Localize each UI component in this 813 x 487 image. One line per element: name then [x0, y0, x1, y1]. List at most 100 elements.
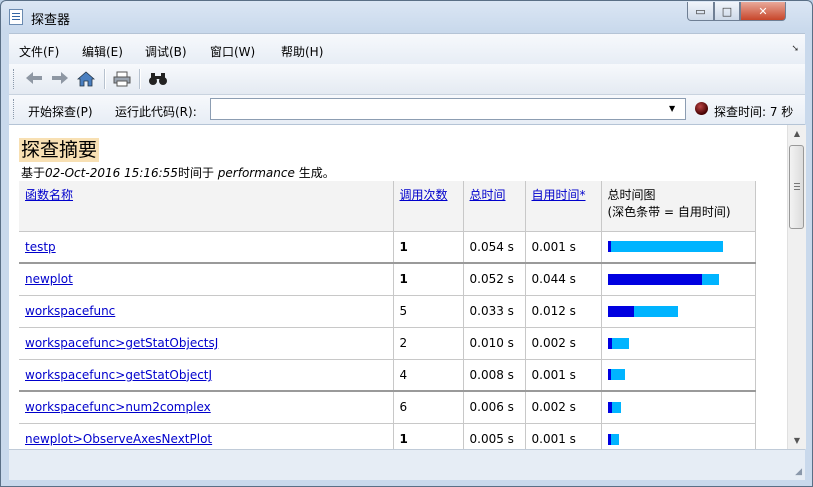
menu-file[interactable]: 文件(F) — [19, 43, 59, 60]
menu-debug[interactable]: 调试(B) — [145, 43, 187, 60]
cell-function-name: testp — [19, 231, 394, 264]
total-time-value: 0.054 s — [469, 239, 514, 254]
function-link[interactable]: testp — [25, 240, 56, 254]
cell-function-name: workspacefunc>getStatObjectJ — [19, 359, 394, 392]
function-link[interactable]: workspacefunc>num2complex — [25, 400, 211, 414]
col-time-plot: 总时间图 (深色条带 = 自用时间) — [601, 181, 756, 232]
table-row: workspacefunc>getStatObjectJ 4 0.008 s 0.00… — [19, 359, 756, 392]
table-row: testp 1 0.054 s 0.001 s — [19, 231, 756, 264]
calls-value: 1 — [399, 239, 408, 254]
time-bar — [607, 369, 748, 381]
self-time-bar — [607, 433, 611, 445]
menu-help[interactable]: 帮助(H) — [281, 43, 323, 60]
scroll-up-icon[interactable]: ▲ — [788, 125, 806, 142]
menu-bar: 文件(F) 编辑(E) 调试(B) 窗口(W) 帮助(H) ➘ — [9, 33, 805, 65]
self-time-value: 0.001 s — [531, 432, 576, 446]
total-time-value: 0.008 s — [469, 367, 514, 382]
find-icon[interactable] — [148, 71, 168, 91]
minimize-icon: ▭ — [695, 4, 706, 18]
menu-edit[interactable]: 编辑(E) — [82, 43, 123, 60]
cell-self-time: 0.012 s — [525, 295, 602, 328]
function-link[interactable]: newplot — [25, 272, 73, 286]
forward-arrow-icon[interactable] — [51, 71, 69, 89]
cell-function-name: newplot — [19, 263, 394, 296]
window-title: 探查器 — [31, 13, 71, 28]
subtitle-source: performance — [217, 166, 295, 180]
self-time-value: 0.044 s — [531, 272, 576, 287]
start-profiling-button[interactable]: 开始探查(P) — [28, 103, 93, 120]
self-time-value: 0.001 s — [531, 367, 576, 382]
self-time-bar — [607, 369, 611, 381]
minimize-button[interactable]: ▭ — [687, 2, 714, 21]
self-time-value: 0.002 s — [531, 400, 576, 415]
title-bar[interactable]: 探查器 ▭ □ ✕ — [1, 1, 812, 33]
function-link[interactable]: workspacefunc>getStatObjectJ — [25, 368, 212, 382]
self-time-bar — [607, 305, 634, 317]
toolbar — [9, 64, 805, 95]
subtitle-suffix: 生成。 — [298, 166, 335, 180]
table-row: workspacefunc>getStatObjectsJ 2 0.010 s 0.0… — [19, 327, 756, 360]
close-button[interactable]: ✕ — [740, 2, 786, 21]
runbar-grip[interactable] — [13, 99, 17, 119]
time-bar — [607, 433, 748, 445]
cell-calls: 2 — [393, 327, 464, 360]
cell-total-time: 0.052 s — [463, 263, 526, 296]
cell-function-name: workspacefunc — [19, 295, 394, 328]
menu-window[interactable]: 窗口(W) — [210, 43, 255, 60]
calls-value: 5 — [399, 304, 408, 318]
cell-total-time: 0.008 s — [463, 359, 526, 392]
toolbar-grip[interactable] — [13, 69, 17, 89]
profile-time-label: 探查时间: 7 秒 — [714, 105, 794, 119]
close-icon: ✕ — [758, 4, 768, 18]
sort-by-name-link[interactable]: 函数名称 — [25, 188, 73, 202]
sort-by-total-time-link[interactable]: 总时间 — [470, 188, 506, 202]
table-header-row: 函数名称 调用次数 总时间 自用时间* 总时间图 (深色条带 = 自用时间) — [19, 181, 756, 232]
col-total-time: 总时间 — [463, 181, 526, 232]
function-link[interactable]: newplot>ObserveAxesNextPlot — [25, 432, 212, 446]
profile-time-indicator-icon — [695, 102, 708, 115]
total-time-value: 0.010 s — [469, 336, 514, 350]
subtitle-prefix: 基于 — [21, 166, 46, 180]
cell-self-time: 0.002 s — [525, 327, 602, 360]
sort-by-calls-link[interactable]: 调用次数 — [400, 188, 448, 202]
plot-header-title: 总时间图 — [607, 188, 656, 202]
toolbar-separator — [139, 69, 140, 89]
cell-function-name: newplot>ObserveAxesNextPlot — [19, 423, 394, 449]
resize-grip-icon[interactable]: ◢ — [795, 467, 802, 477]
cell-calls: 5 — [393, 295, 464, 328]
cell-time-plot — [601, 231, 756, 264]
cell-total-time: 0.033 s — [463, 295, 526, 328]
maximize-button[interactable]: □ — [714, 2, 740, 21]
plot-header-note: (深色条带 = 自用时间) — [607, 205, 731, 219]
function-link[interactable]: workspacefunc — [25, 304, 115, 318]
col-function-name: 函数名称 — [19, 181, 394, 232]
run-code-input[interactable] — [210, 98, 686, 120]
cell-self-time: 0.044 s — [525, 263, 602, 296]
cell-function-name: workspacefunc>getStatObjectsJ — [19, 327, 394, 360]
total-time-value: 0.033 s — [469, 304, 514, 318]
total-time-value: 0.006 s — [469, 400, 514, 415]
total-time-value: 0.005 s — [469, 432, 514, 446]
calls-value: 1 — [399, 432, 408, 446]
time-bar — [607, 273, 748, 285]
scrollbar-thumb[interactable] — [789, 145, 804, 229]
back-arrow-icon[interactable] — [25, 71, 43, 89]
sort-by-self-time-link[interactable]: 自用时间* — [532, 188, 586, 202]
dock-arrow-icon[interactable]: ➘ — [791, 44, 799, 54]
vertical-scrollbar[interactable]: ▲ ▼ — [787, 125, 806, 449]
total-time-value: 0.052 s — [469, 272, 514, 287]
table-body: testp 1 0.054 s 0.001 s newplot 1 0.052 s 0.044… — [19, 231, 756, 449]
print-icon[interactable] — [113, 71, 131, 91]
maximize-icon: □ — [721, 4, 733, 18]
cell-time-plot — [601, 359, 756, 392]
function-link[interactable]: workspacefunc>getStatObjectsJ — [25, 336, 218, 350]
home-icon[interactable] — [76, 71, 96, 91]
calls-value: 6 — [399, 400, 408, 415]
calls-value: 4 — [399, 367, 408, 382]
cell-calls: 4 — [393, 359, 464, 392]
cell-time-plot — [601, 263, 756, 296]
profile-summary-pane: 探查摘要 基于02-Oct-2016 15:16:55时间于 performan… — [9, 125, 787, 449]
cell-calls: 6 — [393, 391, 464, 424]
chevron-down-icon[interactable]: ▼ — [669, 104, 675, 113]
scroll-down-icon[interactable]: ▼ — [788, 432, 806, 449]
